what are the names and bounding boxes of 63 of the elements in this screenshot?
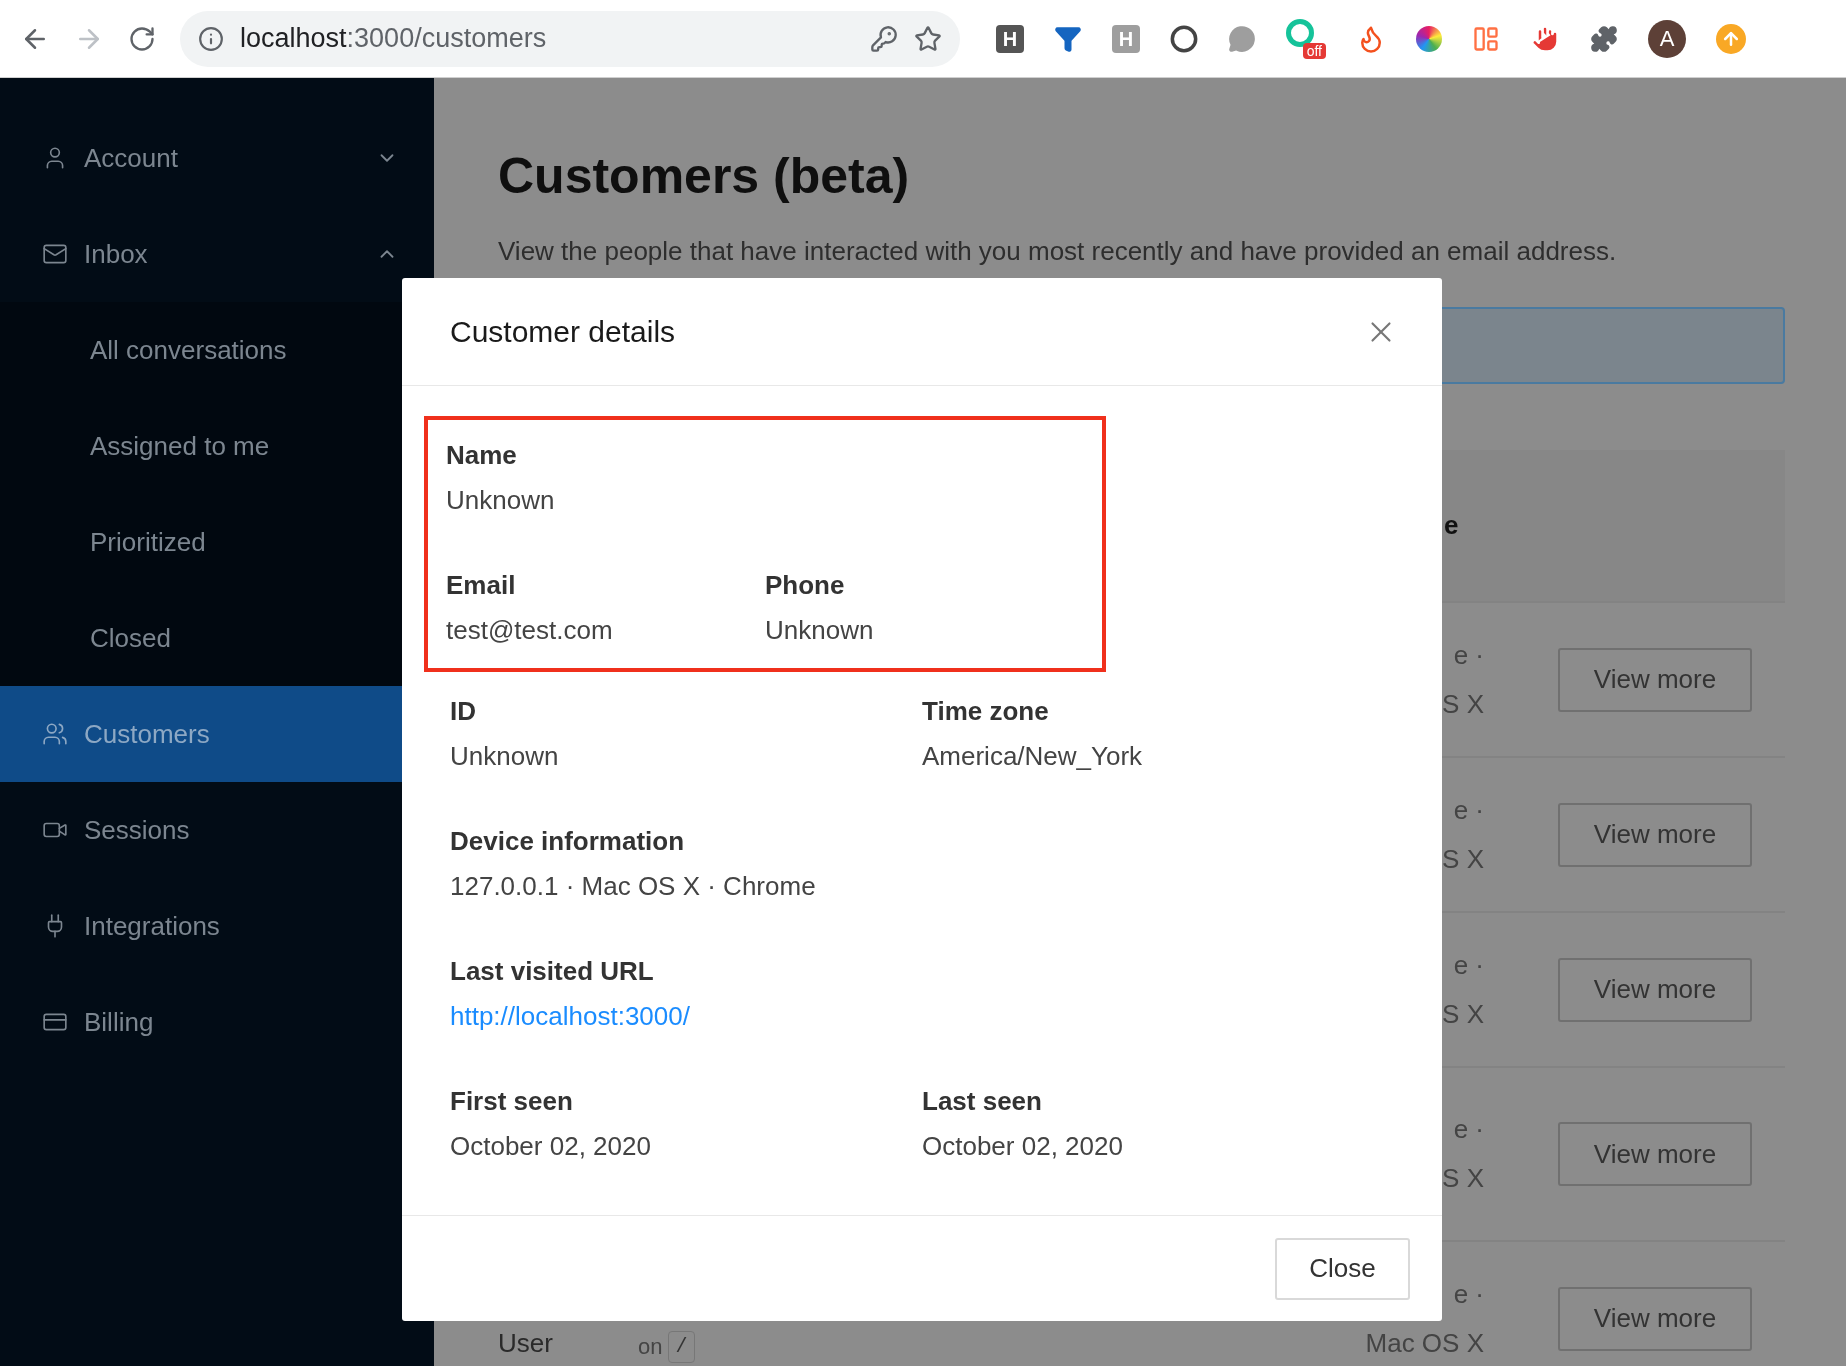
funnel-icon[interactable] [1054, 24, 1082, 53]
close-button[interactable]: Close [1275, 1237, 1410, 1300]
page-subtitle: View the people that have interacted with you most recently and have provided an email address. [498, 235, 1618, 268]
device-text: S X [1442, 687, 1484, 721]
sidebar-item[interactable]: Inbox [0, 206, 434, 302]
field-value: October 02, 2020 [450, 1130, 652, 1163]
path-code: / [668, 1330, 695, 1363]
device-text: e · [1453, 948, 1484, 982]
sidebar-item[interactable]: Billing [0, 974, 434, 1070]
info-icon [198, 25, 224, 52]
device-text: S X [1442, 842, 1484, 876]
speech-bubble-icon[interactable] [1228, 24, 1256, 53]
view-more-button[interactable]: View more [1558, 1122, 1752, 1186]
field-label: Device information [450, 825, 686, 858]
column-header: e [1444, 509, 1459, 542]
key-icon[interactable] [870, 24, 898, 53]
field-value: Unknown [765, 614, 875, 647]
off-badge: off [1302, 42, 1326, 59]
field-value: America/New_York [922, 740, 1144, 773]
sidebar-item[interactable]: Account [0, 110, 434, 206]
on-text: on [638, 1332, 663, 1361]
device-text: e · [1453, 1277, 1484, 1311]
url-link[interactable]: http://localhost:3000/ [450, 997, 690, 1036]
device-text: e · [1453, 793, 1484, 827]
sidebar-item[interactable]: Integrations [0, 878, 434, 974]
puzzle-icon[interactable] [1590, 24, 1618, 53]
star-icon[interactable] [914, 24, 942, 53]
view-more-button[interactable]: View more [1558, 1286, 1752, 1351]
field-label: Last seen [922, 1085, 1043, 1118]
user-type-text: User [498, 1326, 554, 1360]
field-label: First seen [450, 1085, 574, 1118]
field-value: Unknown [446, 484, 556, 517]
reload-icon[interactable] [128, 24, 156, 53]
field-label: Last visited URL [450, 955, 655, 988]
page-title: Customers (beta) [498, 147, 911, 206]
device-text: Mac OS X [1365, 1326, 1484, 1360]
field-label: Time zone [922, 695, 1050, 728]
device-text: e · [1453, 638, 1484, 672]
sidebar-item[interactable]: Sessions [0, 782, 434, 878]
field-value: test@test.com [446, 614, 614, 647]
device-text: S X [1442, 997, 1484, 1031]
field-label: Name [446, 439, 518, 472]
view-more-button[interactable]: View more [1558, 647, 1752, 712]
url-text: localhost:3000/customers [240, 22, 548, 56]
field-label: Phone [765, 569, 846, 602]
color-wheel-icon[interactable] [1416, 25, 1442, 52]
field-value: October 02, 2020 [922, 1130, 1124, 1163]
field-label: Email [446, 569, 517, 602]
people-icon [42, 721, 68, 747]
view-more-button[interactable]: View more [1558, 802, 1752, 867]
layout-icon[interactable] [1472, 24, 1500, 53]
device-text: S X [1442, 1162, 1484, 1195]
ring-icon[interactable] [1170, 24, 1198, 53]
device-text: e · [1453, 1113, 1484, 1146]
extension-icon[interactable]: H [1112, 24, 1140, 53]
field-label: ID [450, 695, 477, 728]
extension-icon[interactable]: H [996, 24, 1024, 53]
address-bar[interactable]: localhost:3000/customers [180, 10, 960, 67]
field-value: Unknown [450, 740, 560, 773]
field-value: 127.0.0.1 · Mac OS X · Chrome [450, 870, 817, 903]
view-more-button[interactable]: View more [1558, 957, 1752, 1022]
modal-title: Customer details [450, 314, 676, 350]
avatar[interactable]: A [1648, 19, 1686, 58]
